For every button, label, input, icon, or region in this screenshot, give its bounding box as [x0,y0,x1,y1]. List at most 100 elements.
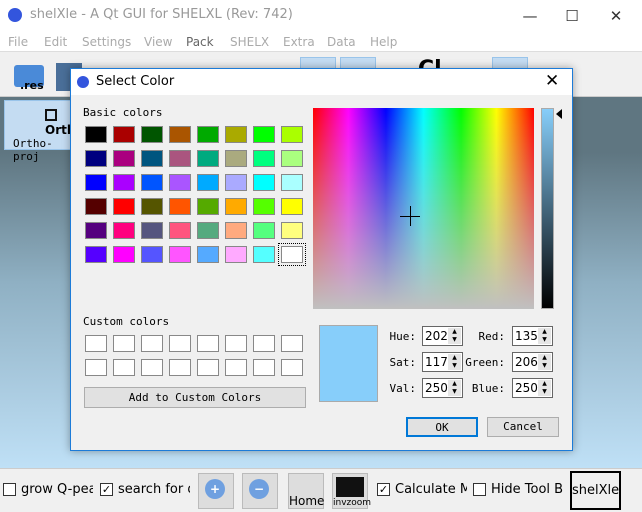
calculate-checkbox[interactable]: ✓ [377,483,390,496]
basic-color-swatch[interactable] [113,174,135,191]
value-slider[interactable] [541,108,554,309]
basic-color-swatch[interactable] [197,150,219,167]
grow-checkbox[interactable] [3,483,16,496]
basic-color-swatch[interactable] [169,174,191,191]
ortho-projection-button[interactable]: Orth Ortho-proj [4,100,75,163]
basic-color-swatch[interactable] [141,198,163,215]
menu-shelx[interactable]: SHELX [230,35,269,49]
basic-color-swatch[interactable] [169,198,191,215]
custom-color-swatch[interactable] [141,335,163,352]
basic-color-swatch[interactable] [169,126,191,143]
custom-color-swatch[interactable] [169,335,191,352]
basic-color-swatch[interactable] [85,150,107,167]
value-slider-arrow-icon[interactable] [556,109,562,119]
val-input[interactable] [425,381,449,395]
custom-color-swatch[interactable] [113,335,135,352]
basic-color-swatch[interactable] [197,222,219,239]
basic-color-swatch[interactable] [141,150,163,167]
green-input[interactable] [515,355,539,369]
spin-arrows-icon[interactable]: ▲ ▼ [448,354,461,370]
custom-color-swatch[interactable] [113,359,135,376]
basic-color-swatch[interactable] [113,246,135,263]
basic-color-swatch[interactable] [85,246,107,263]
basic-color-swatch[interactable] [225,126,247,143]
basic-color-swatch[interactable] [253,174,275,191]
sat-spinbox[interactable]: ▲▼ [422,352,463,372]
custom-color-swatch[interactable] [197,335,219,352]
invzoom-button[interactable]: invzoom [332,473,371,509]
custom-color-swatch[interactable] [85,335,107,352]
basic-color-swatch[interactable] [169,246,191,263]
basic-color-swatch[interactable] [253,222,275,239]
basic-color-swatch[interactable] [169,150,191,167]
basic-color-swatch[interactable] [281,198,303,215]
basic-color-swatch[interactable] [141,174,163,191]
zoom-out-button[interactable]: − [242,473,278,509]
menu-file[interactable]: File [8,35,28,49]
custom-color-swatch[interactable] [225,335,247,352]
hide-toolbar-checkbox[interactable] [473,483,486,496]
shelxle-button[interactable]: shelXle [570,471,621,510]
basic-color-swatch[interactable] [197,174,219,191]
minimize-icon[interactable]: — [510,4,550,28]
basic-color-swatch[interactable] [169,222,191,239]
basic-color-swatch[interactable] [281,150,303,167]
basic-color-swatch[interactable] [225,222,247,239]
basic-color-swatch[interactable] [85,198,107,215]
cancel-button[interactable]: Cancel [487,417,559,437]
menu-view[interactable]: View [144,35,172,49]
spin-arrows-icon[interactable]: ▲ ▼ [448,328,461,344]
open-res-button[interactable]: .res [12,57,48,93]
basic-color-swatch[interactable] [197,198,219,215]
basic-color-swatch[interactable] [113,150,135,167]
custom-color-swatch[interactable] [253,335,275,352]
basic-color-swatch[interactable] [253,126,275,143]
basic-color-swatch[interactable] [197,246,219,263]
dialog-close-icon[interactable]: ✕ [545,71,559,91]
basic-color-swatch[interactable] [85,222,107,239]
menu-help[interactable]: Help [370,35,397,49]
green-spinbox[interactable]: ▲▼ [512,352,553,372]
basic-color-swatch[interactable] [85,126,107,143]
search-checkbox[interactable]: ✓ [100,483,113,496]
custom-color-swatch[interactable] [141,359,163,376]
custom-color-swatch[interactable] [197,359,219,376]
basic-color-swatch[interactable] [113,126,135,143]
custom-color-swatch[interactable] [225,359,247,376]
basic-color-swatch[interactable] [85,174,107,191]
basic-color-swatch[interactable] [141,126,163,143]
spin-arrows-icon[interactable]: ▲ ▼ [538,328,551,344]
basic-color-swatch[interactable] [225,150,247,167]
sat-input[interactable] [425,355,449,369]
basic-color-swatch[interactable] [225,198,247,215]
basic-color-swatch[interactable] [113,198,135,215]
home-button[interactable]: Home [288,473,324,509]
hue-spinbox[interactable]: ▲▼ [422,326,463,346]
custom-color-swatch[interactable] [85,359,107,376]
basic-color-swatch[interactable] [141,246,163,263]
color-spectrum[interactable] [313,108,534,309]
custom-color-swatch[interactable] [169,359,191,376]
basic-color-swatch[interactable] [225,174,247,191]
custom-color-swatch[interactable] [253,359,275,376]
basic-color-swatch[interactable] [253,246,275,263]
ok-button[interactable]: OK [406,417,478,437]
spin-arrows-icon[interactable]: ▲ ▼ [448,380,461,396]
basic-color-swatch[interactable] [197,126,219,143]
basic-color-swatch[interactable] [141,222,163,239]
zoom-in-button[interactable]: + [198,473,234,509]
hue-input[interactable] [425,329,449,343]
basic-color-swatch[interactable] [281,126,303,143]
menu-edit[interactable]: Edit [44,35,67,49]
add-custom-colors-button[interactable]: Add to Custom Colors [84,387,306,408]
basic-color-swatch[interactable] [113,222,135,239]
menu-extra[interactable]: Extra [283,35,315,49]
val-spinbox[interactable]: ▲▼ [422,378,463,398]
spin-arrows-icon[interactable]: ▲ ▼ [538,354,551,370]
basic-color-swatch[interactable] [253,198,275,215]
basic-color-swatch[interactable] [253,150,275,167]
close-icon[interactable]: ✕ [596,4,636,28]
custom-color-swatch[interactable] [281,359,303,376]
basic-color-swatch[interactable] [281,174,303,191]
menu-settings[interactable]: Settings [82,35,131,49]
